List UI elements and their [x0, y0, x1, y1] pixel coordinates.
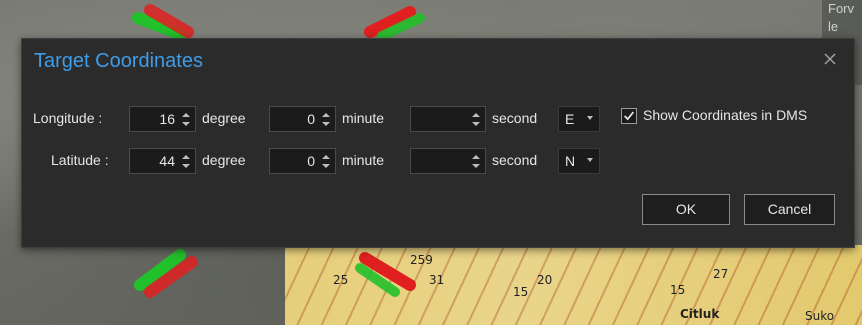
- second-unit-label: second: [492, 110, 538, 126]
- side-panel-line: le: [828, 19, 839, 34]
- map-label: 20: [537, 273, 553, 287]
- spin-arrows-icon[interactable]: [321, 153, 331, 170]
- ok-button[interactable]: OK: [642, 194, 730, 225]
- map-label: 25: [333, 273, 349, 287]
- topographic-map-layer: 25 31 15 20 259 15 27 Citluk Suko: [285, 245, 862, 325]
- map-label: Citluk: [680, 307, 720, 321]
- map-label: 27: [713, 267, 729, 281]
- degree-unit-label: degree: [202, 152, 246, 168]
- hemisphere-value: N: [565, 153, 576, 169]
- longitude-hemisphere-dropdown[interactable]: E: [558, 106, 600, 132]
- minute-unit-label: minute: [342, 152, 385, 168]
- longitude-minute-stepper[interactable]: 0: [269, 106, 336, 132]
- close-icon[interactable]: [822, 51, 838, 67]
- longitude-label: Longitude :: [33, 110, 103, 126]
- map-label: Suko: [805, 309, 835, 323]
- spin-arrows-icon[interactable]: [471, 111, 481, 128]
- spin-arrows-icon[interactable]: [471, 153, 481, 170]
- cancel-button[interactable]: Cancel: [744, 194, 835, 225]
- target-coordinates-dialog: Target Coordinates Longitude : 16 degree…: [21, 38, 855, 248]
- dialog-title: Target Coordinates: [34, 50, 203, 72]
- spin-arrows-icon[interactable]: [321, 111, 331, 128]
- map-label: 31: [429, 273, 445, 287]
- show-dms-checkbox[interactable]: [621, 108, 637, 124]
- spin-arrows-icon[interactable]: [181, 111, 191, 128]
- latitude-second-stepper[interactable]: [410, 148, 486, 174]
- map-label: 15: [670, 283, 686, 297]
- longitude-minute-value: 0: [307, 111, 315, 127]
- longitude-degree-value: 16: [159, 111, 175, 127]
- checkmark-icon: [624, 111, 635, 121]
- hemisphere-value: E: [565, 111, 575, 127]
- side-panel-line: Forv: [828, 1, 854, 16]
- latitude-degree-value: 44: [159, 153, 175, 169]
- longitude-second-stepper[interactable]: [410, 106, 486, 132]
- spin-arrows-icon[interactable]: [181, 153, 191, 170]
- latitude-hemisphere-dropdown[interactable]: N: [558, 148, 600, 174]
- show-dms-label[interactable]: Show Coordinates in DMS: [643, 107, 807, 123]
- longitude-degree-stepper[interactable]: 16: [129, 106, 196, 132]
- chevron-down-icon: [587, 116, 593, 120]
- latitude-minute-stepper[interactable]: 0: [269, 148, 336, 174]
- map-label: 15: [513, 285, 529, 299]
- latitude-label: Latitude :: [51, 152, 109, 168]
- degree-unit-label: degree: [202, 110, 246, 126]
- latitude-row: Latitude : 44 degree 0 minute second N: [22, 148, 856, 174]
- chevron-down-icon: [587, 158, 593, 162]
- latitude-minute-value: 0: [307, 153, 315, 169]
- second-unit-label: second: [492, 152, 538, 168]
- latitude-degree-stepper[interactable]: 44: [129, 148, 196, 174]
- map-label: 259: [410, 253, 433, 267]
- minute-unit-label: minute: [342, 110, 385, 126]
